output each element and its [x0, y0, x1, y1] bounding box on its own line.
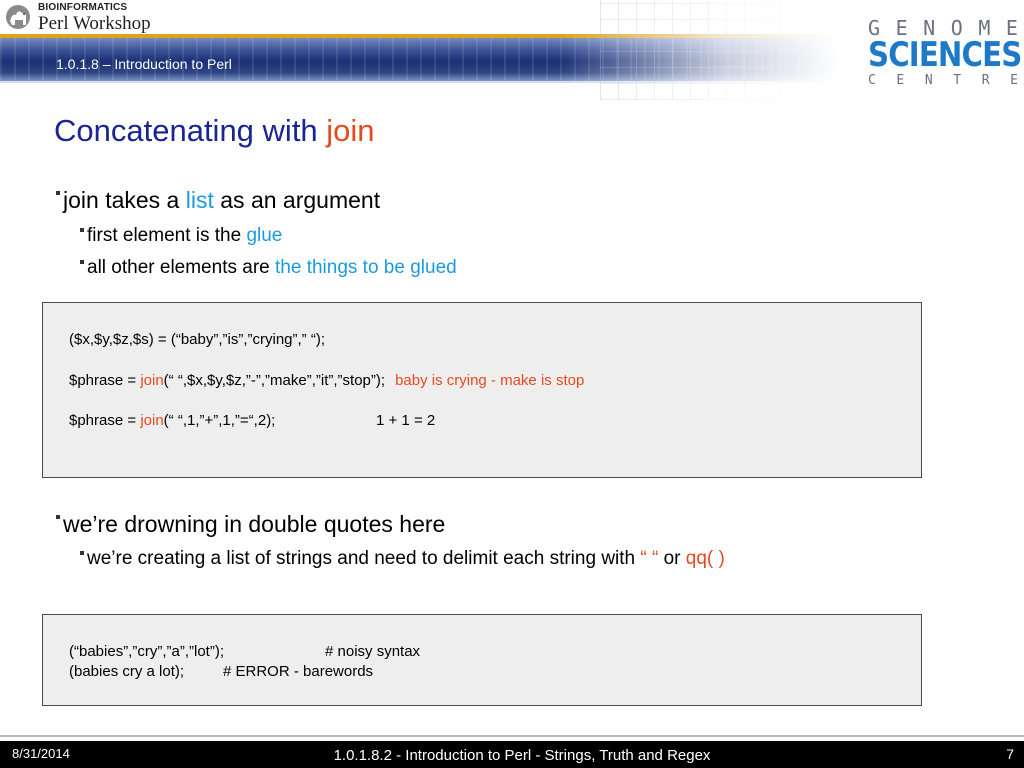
code-line-join-words: $phrase = join(“ “,$x,$y,$z,”-”,”make”,”…: [69, 372, 585, 389]
footer-divider: [0, 735, 1024, 737]
code-line-assignment: ($x,$y,$z,$s) = (“baby”,”is”,”crying”,” …: [69, 331, 326, 348]
bullet-first-element-glue: first element is the glue: [80, 225, 282, 247]
code-result-words: baby is crying - make is stop: [395, 372, 585, 389]
gsc-logo-mid: SCIENCES: [868, 35, 1022, 75]
code-line-barewords: (babies cry a lot);: [69, 663, 185, 680]
code-example-join: ($x,$y,$z,$s) = (“baby”,”is”,”crying”,” …: [42, 302, 922, 478]
slide-header: BIOINFORMATICS Perl Workshop 1.0.1.8 – I…: [0, 0, 1024, 100]
highlight-list: list: [185, 187, 214, 213]
logo-line-bioinformatics: BIOINFORMATICS: [38, 2, 128, 13]
bullet-marker-icon: [80, 551, 84, 555]
footer-title: 1.0.1.8.2 - Introduction to Perl - Strin…: [333, 747, 711, 764]
highlight-qq: qq( ): [685, 548, 725, 569]
logo-line-perl-workshop: Perl Workshop: [38, 13, 151, 34]
camel-logo-icon: [6, 5, 30, 29]
slide-title-keyword: join: [326, 113, 375, 148]
highlight-glue: glue: [246, 225, 283, 246]
code-comment-error: # ERROR - barewords: [223, 663, 374, 680]
bullet-marker-icon: [80, 260, 84, 264]
bullet-marker-icon: [80, 228, 84, 232]
bullet-marker-icon: [56, 191, 60, 195]
genome-sciences-centre-logo: G E N O M E SCIENCES C E N T R E: [868, 16, 1022, 88]
code-example-barewords: (“babies”,”cry”,”a”,”lot”); # noisy synt…: [42, 614, 922, 706]
bullet-marker-icon: [56, 515, 60, 519]
slide-title-text: Concatenating with: [54, 113, 327, 148]
code-result-numbers: 1 + 1 = 2: [376, 412, 436, 429]
highlight-things-to-be-glued: the things to be glued: [275, 257, 457, 278]
slide-title: Concatenating with join: [54, 113, 375, 149]
workshop-logo: BIOINFORMATICS Perl Workshop: [4, 0, 151, 36]
slide-footer: 8/31/2014 1.0.1.8.2 - Introduction to Pe…: [0, 741, 1024, 768]
course-title: 1.0.1.8 – Introduction to Perl: [56, 56, 232, 72]
bullet-drowning-quotes: we’re drowning in double quotes here: [56, 511, 445, 538]
footer-page-number: 7: [1006, 746, 1014, 762]
code-comment-noisy: # noisy syntax: [325, 643, 421, 660]
code-line-quoted-list: (“babies”,”cry”,”a”,”lot”);: [69, 643, 225, 660]
code-line-join-numbers: $phrase = join(“ “,1,”+”,1,”=“,2);: [69, 412, 276, 429]
gsc-logo-bottom: C E N T R E: [868, 73, 1018, 88]
bullet-join-takes-list: join takes a list as an argument: [56, 187, 380, 214]
highlight-quotes: “ “: [640, 548, 659, 569]
bullet-other-elements: all other elements are the things to be …: [80, 257, 457, 279]
bullet-delimit-strings: we’re creating a list of strings and nee…: [80, 548, 725, 570]
